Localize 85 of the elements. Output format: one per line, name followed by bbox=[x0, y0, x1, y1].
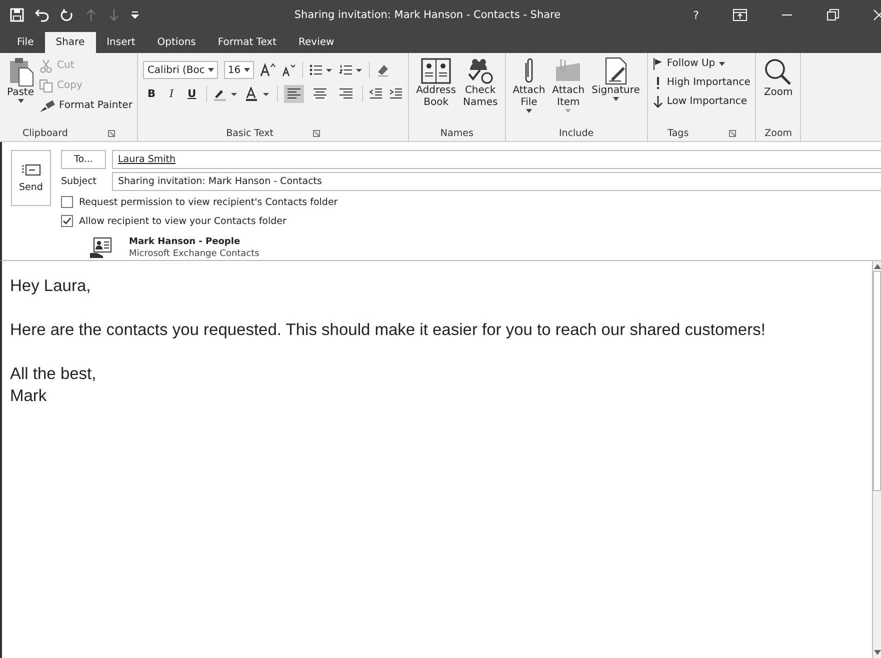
address-book-icon bbox=[421, 57, 452, 85]
format-button[interactable]: I bbox=[165, 88, 178, 100]
attachment-source: Microsoft Exchange Contacts bbox=[129, 249, 260, 259]
tag-command[interactable]: Low Importance bbox=[652, 93, 748, 110]
paperclip-icon bbox=[524, 57, 533, 85]
font-color-icon[interactable] bbox=[245, 87, 272, 101]
tag-command[interactable]: High Importance bbox=[652, 74, 750, 91]
group-label: Basic Text bbox=[226, 128, 274, 138]
save-icon[interactable] bbox=[10, 8, 24, 22]
subject-field[interactable]: Sharing invitation: Mark Hanson - Contacts bbox=[112, 172, 881, 191]
group-label: Names bbox=[440, 128, 474, 138]
font-size-field[interactable]: 16 bbox=[224, 61, 254, 79]
ribbon-tab[interactable]: File bbox=[6, 32, 45, 53]
message-text: All the best, bbox=[10, 364, 98, 385]
attachment-name[interactable]: Mark Hanson - People bbox=[129, 237, 260, 247]
dialog-launcher-icon[interactable] bbox=[313, 130, 320, 136]
checkbox[interactable] bbox=[61, 196, 73, 208]
ribbon-tab[interactable]: Share bbox=[44, 32, 96, 53]
group-label: Zoom bbox=[764, 128, 792, 138]
increase-indent-icon[interactable] bbox=[389, 88, 404, 100]
font-name-field[interactable]: Calibri (Boc bbox=[143, 61, 218, 79]
ribbon-button[interactable]: Check Names bbox=[460, 57, 500, 109]
checkbox-label: Allow recipient to view your Contacts folder bbox=[79, 216, 286, 226]
ribbon-button[interactable]: Attach File bbox=[510, 57, 548, 113]
ribbon-button[interactable]: Address Book bbox=[414, 57, 458, 109]
scroll-up-icon[interactable] bbox=[874, 264, 880, 269]
ribbon-tab[interactable]: Insert bbox=[96, 32, 146, 53]
message-text: Here are the contacts you requested. This should make it easier for you to reach our shared customers! bbox=[10, 320, 766, 341]
message-text: Hey Laura, bbox=[10, 276, 92, 297]
paintbrush-icon bbox=[39, 98, 55, 112]
ribbon-button[interactable]: Signature bbox=[590, 57, 642, 101]
dialog-launcher-icon[interactable] bbox=[728, 130, 736, 136]
to-button[interactable]: To... bbox=[61, 150, 106, 169]
undo-icon[interactable] bbox=[35, 8, 49, 22]
zoom-button[interactable]: Zoom bbox=[761, 57, 796, 99]
send-button[interactable]: Send bbox=[11, 150, 51, 206]
paste-button[interactable]: Paste bbox=[5, 57, 36, 103]
ribbon-tab[interactable]: Options bbox=[146, 32, 207, 53]
highlight-icon[interactable] bbox=[213, 87, 240, 101]
message-text: Mark bbox=[10, 386, 48, 407]
decrease-indent-icon[interactable] bbox=[369, 88, 384, 100]
recipient-name[interactable]: Laura Smith bbox=[118, 154, 176, 165]
caret-icon bbox=[208, 68, 214, 72]
align-button[interactable] bbox=[284, 85, 304, 103]
ribbon-tab[interactable]: Format Text bbox=[206, 32, 288, 53]
flag-icon bbox=[652, 58, 663, 70]
subject-label: Subject bbox=[61, 176, 98, 187]
clipboard-icon bbox=[8, 57, 34, 87]
checkbox[interactable] bbox=[61, 215, 73, 227]
caret-icon bbox=[612, 97, 619, 101]
window-title: Sharing invitation: Mark Hanson - Contacts - Share bbox=[293, 9, 562, 21]
clipboard-command[interactable]: Format Painter bbox=[39, 97, 132, 114]
envelope-icon bbox=[21, 164, 41, 176]
group-label: Tags bbox=[668, 128, 689, 138]
caret-icon bbox=[18, 99, 24, 103]
down-arrow-icon bbox=[652, 96, 663, 108]
redo-icon[interactable] bbox=[60, 8, 74, 22]
grow-font-icon[interactable] bbox=[260, 63, 276, 77]
magnifier-icon bbox=[763, 57, 794, 87]
scroll-down-icon[interactable] bbox=[874, 650, 880, 655]
customize-icon[interactable] bbox=[131, 10, 139, 20]
help-button[interactable]: ? bbox=[693, 8, 699, 22]
group-label: Clipboard bbox=[22, 128, 68, 138]
ribbon-tab[interactable]: Review bbox=[288, 32, 346, 53]
caret-icon bbox=[526, 109, 532, 113]
ribbon-display-icon[interactable] bbox=[733, 9, 747, 21]
scrollbar[interactable] bbox=[872, 261, 881, 658]
eraser-icon[interactable] bbox=[376, 63, 390, 77]
format-button[interactable]: B bbox=[143, 88, 160, 100]
numbering-icon[interactable] bbox=[338, 64, 363, 76]
dialog-launcher-icon[interactable] bbox=[108, 130, 115, 136]
caret-icon bbox=[244, 68, 250, 72]
restore-icon[interactable] bbox=[827, 9, 839, 21]
caret-icon bbox=[719, 62, 726, 66]
scissors-icon bbox=[39, 58, 53, 72]
format-button[interactable]: U bbox=[184, 88, 200, 100]
caret-icon bbox=[565, 109, 572, 113]
to-field[interactable]: Laura Smith bbox=[112, 150, 881, 169]
bullets-icon[interactable] bbox=[308, 64, 333, 76]
contact-card-icon bbox=[89, 237, 113, 259]
copy-icon bbox=[39, 78, 53, 92]
tag-command[interactable]: Follow Up bbox=[652, 55, 726, 72]
checkbox-label: Request permission to view recipient's Contacts folder bbox=[79, 196, 338, 208]
shrink-font-icon[interactable] bbox=[282, 63, 296, 77]
group-label: Include bbox=[559, 128, 594, 138]
